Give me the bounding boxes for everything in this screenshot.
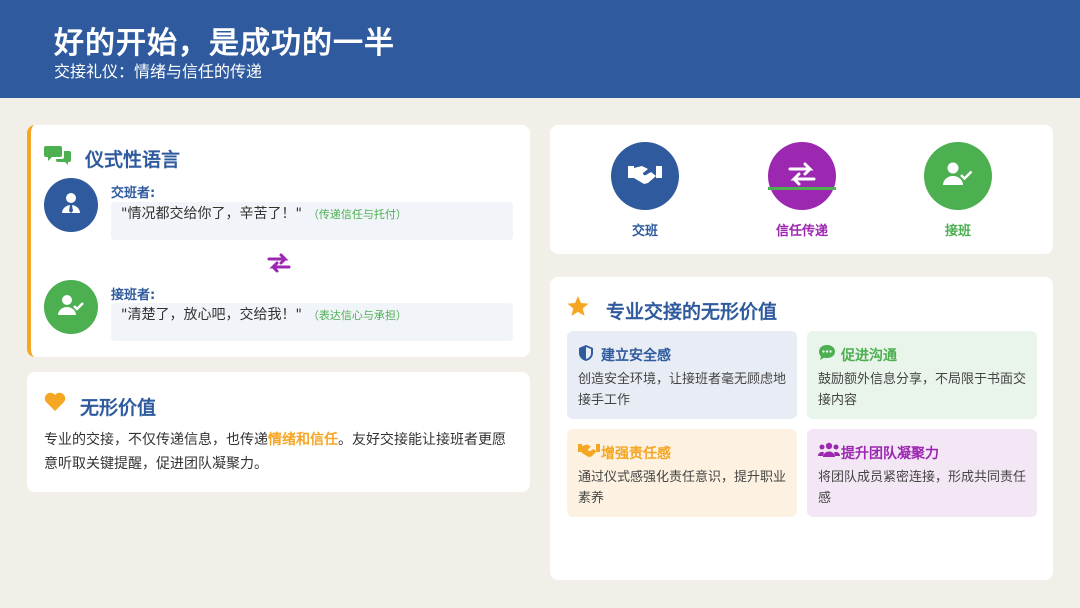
takeover-quote-box: "清楚了，放心吧，交给我！" （表达信心与承担） bbox=[111, 303, 513, 341]
takeover-note: （表达信心与承担） bbox=[307, 309, 407, 322]
page-title: 好的开始，是成功的一半 bbox=[54, 26, 395, 61]
handshake-icon bbox=[628, 162, 662, 190]
trust-underline bbox=[768, 187, 836, 190]
tile-responsibility-desc: 通过仪式感强化责任意识，提升职业素养 bbox=[578, 470, 787, 506]
flow-step-takeover bbox=[924, 142, 992, 210]
tile-communication: 促进沟通 鼓励额外信息分享，不局限于书面交接内容 bbox=[807, 331, 1037, 419]
tile-cohesion-title: 提升团队凝聚力 bbox=[841, 446, 939, 462]
handover-note: （传递信任与托付） bbox=[307, 208, 407, 221]
flow-label-handover: 交班 bbox=[631, 224, 658, 239]
comment-dots-icon bbox=[818, 344, 836, 365]
ritual-title: 仪式性语言 bbox=[85, 149, 181, 171]
handover-quote: "情况都交给你了，辛苦了！" bbox=[121, 206, 302, 222]
tile-security-title: 建立安全感 bbox=[601, 348, 671, 364]
ritual-language-card: 仪式性语言 交班者: "情况都交给你了，辛苦了！" （传递信任与托付） 接班者:… bbox=[27, 125, 530, 357]
handover-avatar bbox=[44, 178, 98, 232]
intangible-value-card: 无形价值 专业的交接，不仅传递信息，也传递情绪和信任。友好交接能让接班者更愿意听… bbox=[27, 372, 530, 492]
tile-security-desc: 创造安全环境，让接班者毫无顾虑地接手工作 bbox=[578, 372, 787, 408]
takeover-quote: "清楚了，放心吧，交给我！" bbox=[121, 307, 302, 323]
flow-step-handover bbox=[611, 142, 679, 210]
chat-bubbles-icon bbox=[44, 143, 72, 171]
handshake-icon bbox=[578, 442, 600, 462]
exchange-arrows-icon bbox=[267, 252, 291, 278]
flow-label-trust: 信任传递 bbox=[775, 224, 828, 239]
handover-quote-box: "情况都交给你了，辛苦了！" （传递信任与托付） bbox=[111, 202, 513, 240]
user-check-icon bbox=[943, 162, 973, 190]
handover-flow-card: 交班 信任传递 接班 bbox=[550, 125, 1053, 254]
shield-icon bbox=[578, 344, 594, 366]
flow-label-takeover: 接班 bbox=[944, 224, 971, 239]
tile-responsibility: 增强责任感 通过仪式感强化责任意识，提升职业素养 bbox=[567, 429, 797, 517]
value-title: 无形价值 bbox=[80, 397, 157, 419]
tile-cohesion-desc: 将团队成员紧密连接，形成共同责任感 bbox=[818, 470, 1027, 506]
professional-value-card: 专业交接的无形价值 建立安全感 创造安全环境，让接班者毫无顾虑地接手工作 促进沟… bbox=[550, 277, 1053, 580]
intangible-title: 专业交接的无形价值 bbox=[606, 301, 778, 323]
heart-icon bbox=[44, 392, 66, 416]
star-icon bbox=[567, 295, 589, 321]
header-banner: 好的开始，是成功的一半 交接礼仪：情绪与信任的传递 bbox=[0, 0, 1080, 98]
handover-role-label: 交班者: bbox=[111, 186, 156, 201]
tile-communication-title: 促进沟通 bbox=[841, 348, 897, 364]
value-text: 专业的交接，不仅传递信息，也传递情绪和信任。友好交接能让接班者更愿意听取关键提醒… bbox=[44, 428, 514, 476]
users-icon bbox=[817, 442, 841, 462]
takeover-role-label: 接班者: bbox=[111, 288, 156, 303]
value-highlight: 情绪和信任 bbox=[268, 432, 338, 448]
takeover-avatar bbox=[44, 280, 98, 334]
page-subtitle: 交接礼仪：情绪与信任的传递 bbox=[54, 62, 263, 81]
tile-communication-desc: 鼓励额外信息分享，不局限于书面交接内容 bbox=[818, 372, 1027, 408]
tile-cohesion: 提升团队凝聚力 将团队成员紧密连接，形成共同责任感 bbox=[807, 429, 1037, 517]
tile-responsibility-title: 增强责任感 bbox=[601, 446, 671, 462]
value-text-part: 专业的交接，不仅传递信息，也传递 bbox=[44, 432, 268, 448]
tile-security: 建立安全感 创造安全环境，让接班者毫无顾虑地接手工作 bbox=[567, 331, 797, 419]
user-tie-icon bbox=[60, 192, 82, 218]
flow-step-trust bbox=[768, 142, 836, 210]
user-check-icon bbox=[58, 294, 84, 320]
